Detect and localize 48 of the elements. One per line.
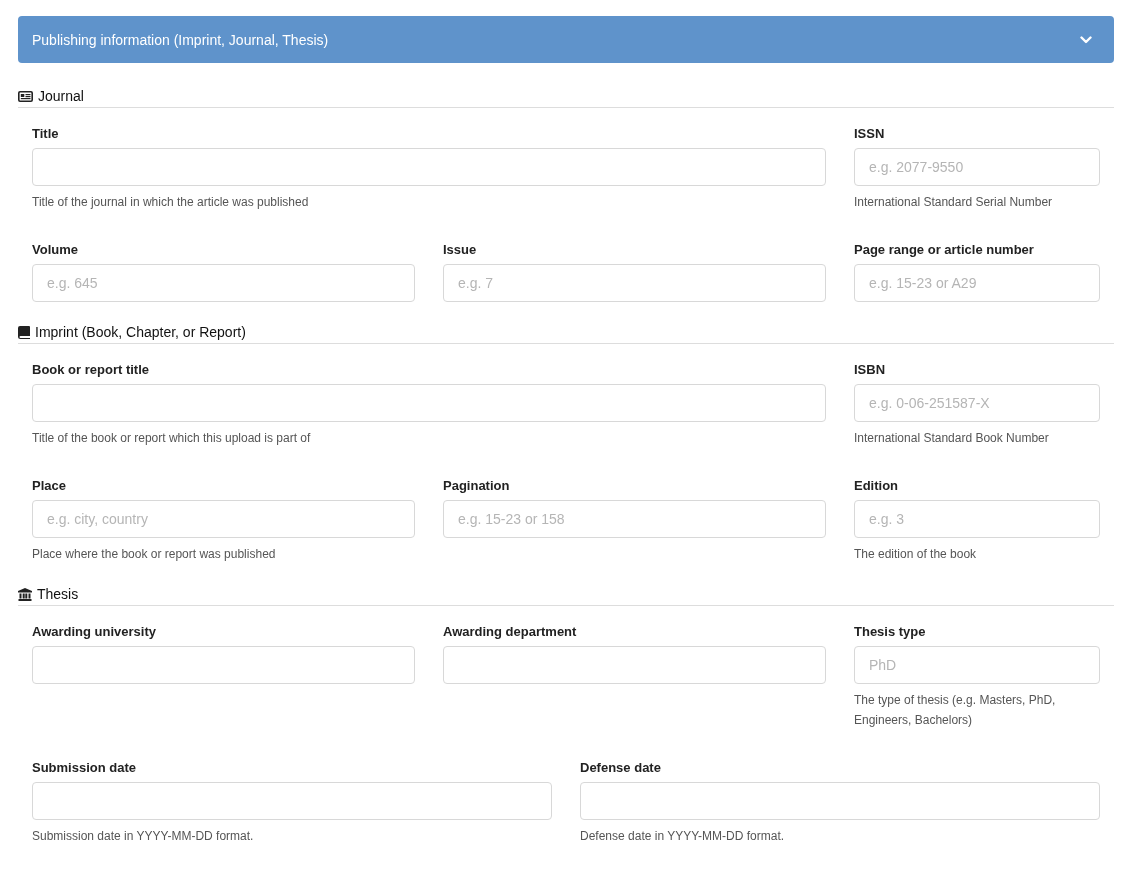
text-field[interactable] <box>32 782 552 820</box>
text-field[interactable] <box>580 782 1100 820</box>
field-label: Edition <box>854 478 900 494</box>
help-text: International Standard Serial Number <box>854 194 1054 211</box>
text-field[interactable]: e.g. 645 <box>32 264 415 302</box>
field-label: ISBN <box>854 362 887 378</box>
help-text: Submission date in YYYY-MM-DD format. <box>32 828 255 845</box>
field-label: Issue <box>443 242 478 258</box>
text-field[interactable] <box>32 646 415 684</box>
help-text: International Standard Book Number <box>854 430 1050 447</box>
field-label: Title <box>32 126 60 142</box>
text-field[interactable]: e.g. 15-23 or A29 <box>854 264 1100 302</box>
text-field[interactable]: e.g. 0-06-251587-X <box>854 384 1100 422</box>
help-text: Title of the book or report which this upload is part of <box>32 430 312 447</box>
field-label: ISSN <box>854 126 886 142</box>
field-label: Defense date <box>580 760 662 776</box>
field-label: Thesis type <box>854 624 927 640</box>
text-field[interactable] <box>32 148 826 186</box>
chevron-down-icon <box>1080 35 1092 44</box>
text-field[interactable] <box>443 646 826 684</box>
text-field[interactable]: PhD <box>854 646 1100 684</box>
help-text: Defense date in YYYY-MM-DD format. <box>580 828 786 845</box>
section-heading: Journal <box>38 88 84 105</box>
bank-icon <box>18 588 32 601</box>
help-text: The type of thesis (e.g. Masters, PhD, Engineers, Bachelors) <box>854 692 1057 729</box>
field-label: Page range or article number <box>854 242 1035 258</box>
field-label: Awarding department <box>443 624 578 640</box>
field-label: Submission date <box>32 760 138 776</box>
newspaper-icon <box>18 91 33 102</box>
help-text: The edition of the book <box>854 546 978 563</box>
text-field[interactable]: e.g. 15-23 or 158 <box>443 500 826 538</box>
accordion-header[interactable]: Publishing information (Imprint, Journal, Thesis) <box>18 16 1114 63</box>
book-icon <box>18 326 30 339</box>
text-field[interactable]: e.g. 2077-9550 <box>854 148 1100 186</box>
help-text: Place where the book or report was published <box>32 546 277 563</box>
text-field[interactable]: e.g. 7 <box>443 264 826 302</box>
field-label: Pagination <box>443 478 511 494</box>
text-field[interactable]: e.g. 3 <box>854 500 1100 538</box>
field-label: Book or report title <box>32 362 150 378</box>
section-heading: Thesis <box>37 586 79 603</box>
text-field[interactable]: e.g. city, country <box>32 500 415 538</box>
field-label: Volume <box>32 242 79 258</box>
field-label: Place <box>32 478 67 494</box>
accordion-title: Publishing information (Imprint, Journal, Thesis) <box>32 31 329 48</box>
field-label: Awarding university <box>32 624 157 640</box>
section-heading: Imprint (Book, Chapter, or Report) <box>35 324 246 341</box>
text-field[interactable] <box>32 384 826 422</box>
help-text: Title of the journal in which the article was published <box>32 194 310 211</box>
